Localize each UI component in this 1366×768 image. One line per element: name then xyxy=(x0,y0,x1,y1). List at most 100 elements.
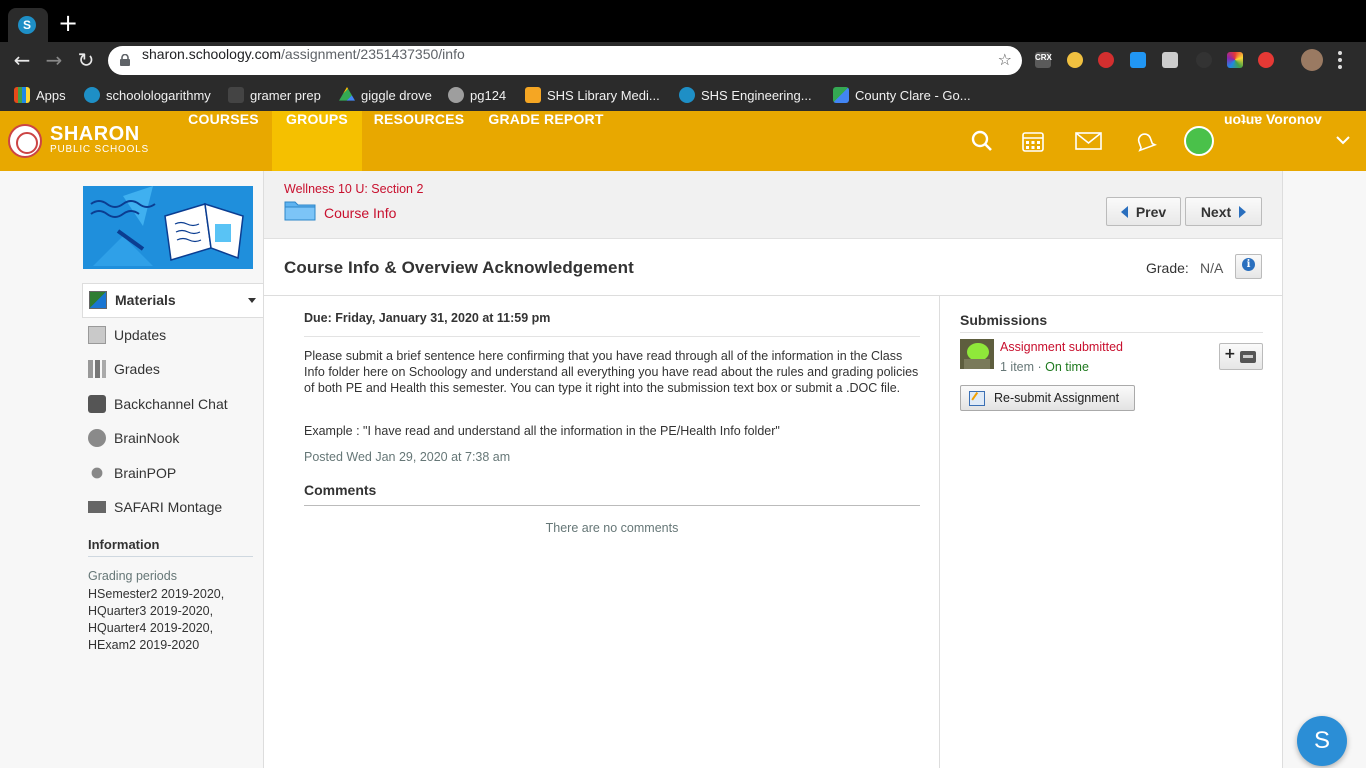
sidebar-item-label: Updates xyxy=(114,326,167,343)
submission-meta: 1 item · On time xyxy=(1000,360,1089,374)
assignment-description: Please submit a brief sentence here conf… xyxy=(304,349,919,395)
add-submission-button[interactable]: + xyxy=(1219,343,1263,370)
grade-value: N/A xyxy=(1200,260,1224,276)
forward-arrow-icon[interactable]: → xyxy=(42,48,66,72)
bookmark-shs-library[interactable]: SHS Library Medi... xyxy=(525,86,660,104)
bookmark-label: SHS Engineering... xyxy=(701,87,812,103)
owl-extension-icon[interactable] xyxy=(1067,52,1083,68)
sidebar-item-brainnook[interactable]: BrainNook xyxy=(82,421,264,456)
assignment-title-row: Course Info & Overview Acknowledgement G… xyxy=(264,240,1282,296)
schoology-favicon-icon: S xyxy=(18,16,36,34)
course-breadcrumb-link[interactable]: Wellness 10 U: Section 2 xyxy=(284,182,423,196)
bookmark-label: schoolologarithmy xyxy=(106,87,211,103)
notification-bell-icon[interactable] xyxy=(1133,129,1157,153)
edit-pencil-icon xyxy=(969,390,985,406)
color-picker-extension-icon[interactable] xyxy=(1227,52,1243,68)
profile-avatar[interactable] xyxy=(1301,49,1323,71)
safari-montage-icon xyxy=(88,501,106,514)
next-label: Next xyxy=(1200,203,1232,220)
grading-periods-label: Grading periods xyxy=(88,569,177,583)
due-date: Due: Friday, January 31, 2020 at 11:59 p… xyxy=(304,311,920,337)
brainpop-icon xyxy=(88,463,106,482)
bookmark-giggle-drove[interactable]: giggle drove xyxy=(339,86,432,104)
sidebar-item-materials[interactable]: Materials xyxy=(82,283,264,318)
logo-title: SHARON xyxy=(50,123,140,145)
information-heading: Information xyxy=(88,537,253,557)
address-bar[interactable]: sharon.schoology.com/assignment/23514373… xyxy=(108,46,1022,75)
sidebar-item-brainpop[interactable]: BrainPOP xyxy=(82,456,264,491)
submissions-heading: Submissions xyxy=(960,312,1263,333)
dark-extension-icon[interactable] xyxy=(1196,52,1212,68)
next-button[interactable]: Next xyxy=(1185,197,1262,226)
bookmark-schoolologarithmy[interactable]: schoolologarithmy xyxy=(84,86,211,104)
back-arrow-icon[interactable]: ← xyxy=(10,48,34,72)
folder-icon xyxy=(284,201,316,221)
school-logo-text[interactable]: SHARON PUBLIC SCHOOLS xyxy=(50,124,149,156)
submissions-panel: Submissions Assignment submitted 1 item … xyxy=(939,296,1282,768)
sidebar-item-label: BrainNook xyxy=(114,430,180,447)
bookmark-shs-engineering[interactable]: SHS Engineering... xyxy=(679,86,812,104)
submission-status-link[interactable]: Assignment submitted xyxy=(1000,340,1123,354)
school-seal-logo[interactable] xyxy=(8,124,42,158)
sidebar-item-updates[interactable]: Updates xyxy=(82,318,264,353)
course-banner-image xyxy=(83,186,253,269)
user-avatar[interactable] xyxy=(1184,126,1214,156)
site-header: SHARON PUBLIC SCHOOLS COURSES GROUPS RES… xyxy=(0,111,1366,171)
bookmark-star-icon[interactable]: ☆ xyxy=(998,50,1012,69)
nav-courses[interactable]: COURSES xyxy=(176,111,271,171)
brainnook-icon xyxy=(88,429,106,448)
chat-icon xyxy=(88,394,106,413)
bookmark-apps[interactable]: Apps xyxy=(14,86,66,104)
checkmark-extension-icon[interactable] xyxy=(1130,52,1146,68)
drive-icon xyxy=(339,87,355,101)
folder-breadcrumb-link[interactable]: Course Info xyxy=(324,205,396,221)
no-comments-text: There are no comments xyxy=(545,521,679,535)
submission-thumbnail[interactable] xyxy=(960,339,994,369)
prev-button[interactable]: Prev xyxy=(1106,197,1181,226)
red-extension-icon[interactable] xyxy=(1258,52,1274,68)
chevron-down-icon[interactable] xyxy=(1336,133,1350,147)
maps-icon xyxy=(833,87,849,103)
bookmark-pg124[interactable]: pg124 xyxy=(448,86,506,104)
grading-periods-list: HSemester2 2019-2020, HQuarter3 2019-202… xyxy=(88,586,224,654)
lock-icon xyxy=(120,54,130,66)
assignment-example: Example : "I have read and understand al… xyxy=(304,424,780,438)
sidebar-item-label: Backchannel Chat xyxy=(114,395,228,412)
menu-kebab-icon[interactable] xyxy=(1338,51,1342,72)
briefcase-extension-icon[interactable] xyxy=(1162,52,1178,68)
browser-tab[interactable]: S xyxy=(8,8,48,42)
calendar-icon[interactable] xyxy=(1021,129,1045,153)
bookmark-gramer-prep[interactable]: gramer prep xyxy=(228,86,321,104)
sidebar-menu: Materials Updates Grades Backchannel Cha… xyxy=(82,283,264,525)
prev-label: Prev xyxy=(1135,203,1167,220)
nav-groups[interactable]: GROUPS xyxy=(272,111,362,171)
sidebar-item-grades[interactable]: Grades xyxy=(82,352,264,387)
sidebar-item-backchannel-chat[interactable]: Backchannel Chat xyxy=(82,387,264,422)
sidebar-item-label: SAFARI Montage xyxy=(114,499,223,516)
schoology-icon xyxy=(679,87,695,103)
sidebar-item-label: Grades xyxy=(114,361,160,378)
bookmark-label: gramer prep xyxy=(250,87,321,103)
reload-icon[interactable]: ↻ xyxy=(74,48,98,72)
bookmark-label: County Clare - Go... xyxy=(855,87,971,103)
search-icon[interactable] xyxy=(970,129,994,153)
nav-resources[interactable]: RESOURCES xyxy=(362,111,476,171)
bookmark-label: giggle drove xyxy=(361,87,432,103)
user-name[interactable]: uoʇuɐ Voronov xyxy=(1224,111,1322,171)
info-icon[interactable] xyxy=(1235,254,1262,279)
new-tab-button[interactable]: + xyxy=(58,11,78,35)
posted-timestamp: Posted Wed Jan 29, 2020 at 7:38 am xyxy=(304,450,511,464)
caret-down-icon[interactable] xyxy=(248,298,256,303)
meta-separator: · xyxy=(1034,360,1046,374)
bookmark-label: SHS Library Medi... xyxy=(547,87,660,103)
sidebar-item-safari-montage[interactable]: SAFARI Montage xyxy=(82,490,264,525)
mail-icon[interactable] xyxy=(1075,129,1102,153)
bookmark-label: pg124 xyxy=(470,87,507,103)
nav-grade-report[interactable]: GRADE REPORT xyxy=(476,111,616,171)
bookmark-county-clare[interactable]: County Clare - Go... xyxy=(833,86,971,104)
help-chat-button[interactable]: S xyxy=(1297,716,1347,766)
url-host: sharon.schoology.com xyxy=(142,46,282,62)
grade-label: Grade: xyxy=(1146,260,1189,276)
resubmit-assignment-button[interactable]: Re-submit Assignment xyxy=(960,385,1135,411)
adblock-extension-icon[interactable] xyxy=(1098,52,1114,68)
